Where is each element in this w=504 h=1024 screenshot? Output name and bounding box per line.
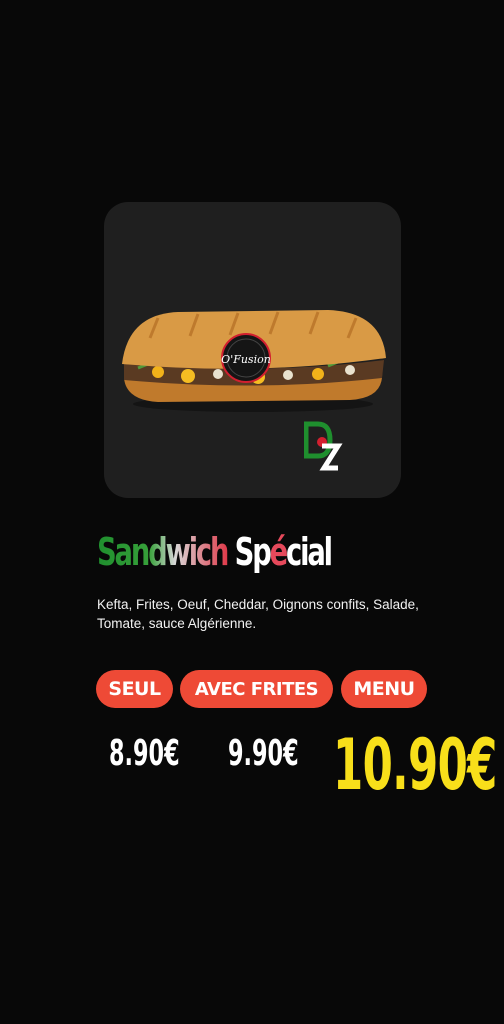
product-title-part2-suffix: cial xyxy=(286,530,333,574)
product-description: Kefta, Frites, Oeuf, Cheddar, Oignons co… xyxy=(97,597,419,631)
menu-item-page: O'Fusion Sandwich Spécial Kefta, Frites,… xyxy=(0,0,504,1024)
product-title-part2-prefix: Sp xyxy=(234,530,272,574)
product-image-card: O'Fusion xyxy=(104,202,401,498)
svg-text:O'Fusion: O'Fusion xyxy=(221,353,271,366)
ofusion-logo-icon: O'Fusion xyxy=(221,333,271,383)
option-seul-button[interactable]: SEUL xyxy=(96,670,173,708)
option-avec-frites-button[interactable]: AVEC FRITES xyxy=(180,670,333,708)
option-menu-button[interactable]: MENU xyxy=(341,670,427,708)
price-menu: 10.90€ xyxy=(333,724,497,806)
price-seul: 8.90€ xyxy=(109,733,180,774)
algeria-dz-icon xyxy=(304,421,343,471)
product-title: Sandwich Spécial xyxy=(97,522,333,583)
product-title-part2: Spécial xyxy=(234,530,333,574)
sandwich-image: O'Fusion xyxy=(122,310,386,412)
product-title-part2-accent: é xyxy=(269,530,289,574)
product-title-part1: Sandwich xyxy=(97,530,229,574)
price-avec-frites: 9.90€ xyxy=(228,733,299,774)
